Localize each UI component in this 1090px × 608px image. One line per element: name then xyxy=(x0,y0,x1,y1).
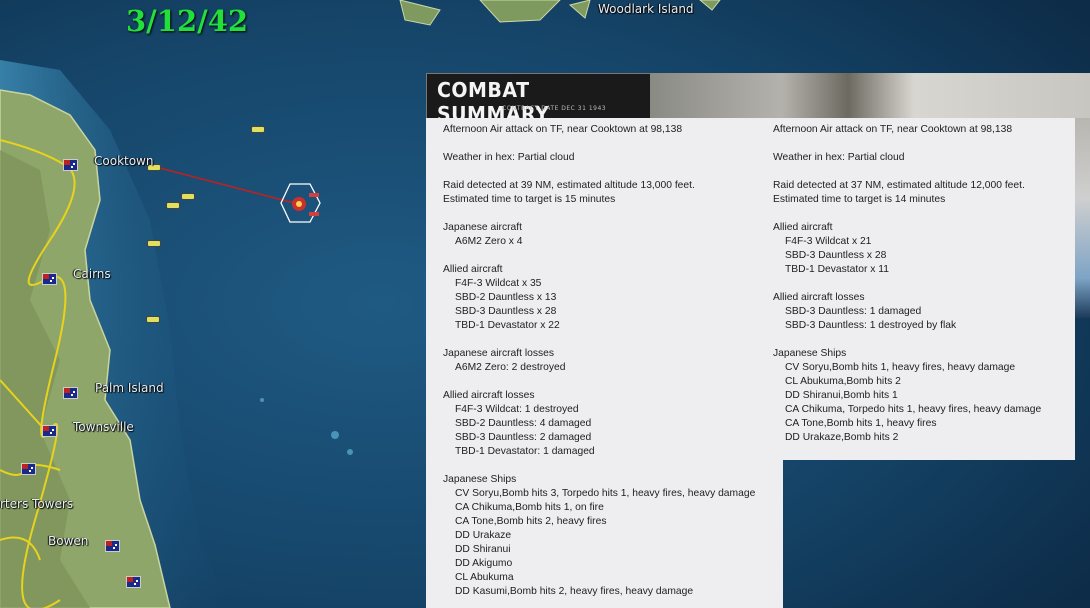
section-label: Allied aircraft losses xyxy=(773,292,865,303)
report-raid-detected: Raid detected at 39 NM, estimated altitu… xyxy=(443,180,695,191)
place-cooktown[interactable]: Cooktown xyxy=(94,154,153,168)
section-label: Japanese aircraft xyxy=(443,222,522,233)
report-raid-detected: Raid detected at 37 NM, estimated altitu… xyxy=(773,180,1025,191)
australia-flag-icon[interactable] xyxy=(63,159,78,171)
list-item: F4F-3 Wildcat x 21 xyxy=(785,236,872,247)
list-item: TBD-1 Devastator: 1 damaged xyxy=(455,446,595,457)
section-label: Allied aircraft xyxy=(443,264,503,275)
game-date: 3/12/42 xyxy=(126,4,249,38)
list-item: CA Chikuma, Torpedo hits 1, heavy fires,… xyxy=(785,404,1042,415)
report-weather: Weather in hex: Partial cloud xyxy=(443,152,575,163)
list-item: A6M2 Zero x 4 xyxy=(455,236,523,247)
place-palm-island[interactable]: Palm Island xyxy=(95,381,164,395)
combat-report-panel-2[interactable]: Afternoon Air attack on TF, near Cooktow… xyxy=(773,118,1075,460)
report-weather: Weather in hex: Partial cloud xyxy=(773,152,905,163)
report-header: Afternoon Air attack on TF, near Cooktow… xyxy=(443,124,683,135)
reef xyxy=(331,431,339,439)
list-item: CA Tone,Bomb hits 1, heavy fires xyxy=(785,418,937,429)
combat-report-1: Afternoon Air attack on TF, near Cooktow… xyxy=(443,123,755,599)
allied-ship-icon[interactable] xyxy=(146,316,160,323)
list-item: CV Soryu,Bomb hits 1, heavy fires, heavy… xyxy=(785,362,1016,373)
allied-ship-icon[interactable] xyxy=(166,202,180,209)
place-charters-towers[interactable]: rters Towers xyxy=(0,497,73,511)
list-item: SBD-2 Dauntless: 4 damaged xyxy=(455,418,592,429)
combat-summary-subtitle: CONTRACT DATE DEC 31 1943 xyxy=(502,105,607,112)
section-label: Japanese aircraft losses xyxy=(443,348,555,359)
report-header: Afternoon Air attack on TF, near Cooktow… xyxy=(773,124,1013,135)
list-item: CA Chikuma,Bomb hits 1, on fire xyxy=(455,502,604,513)
enemy-ship-icon xyxy=(309,212,319,216)
combat-report-panel-1[interactable]: Afternoon Air attack on TF, near Cooktow… xyxy=(426,118,783,608)
list-item: DD Shiranui,Bomb hits 1 xyxy=(785,390,898,401)
allied-ship-icon[interactable] xyxy=(181,193,195,200)
list-item: DD Kasumi,Bomb hits 2, heavy fires, heav… xyxy=(455,586,694,597)
enemy-ship-icon xyxy=(309,193,319,197)
place-cairns[interactable]: Cairns xyxy=(73,267,111,281)
reef xyxy=(347,449,353,455)
australia-flag-icon[interactable] xyxy=(126,576,141,588)
place-bowen[interactable]: Bowen xyxy=(48,534,88,548)
list-item: SBD-3 Dauntless: 2 damaged xyxy=(455,432,592,443)
australia-flag-icon[interactable] xyxy=(42,425,57,437)
list-item: CL Abukuma,Bomb hits 2 xyxy=(785,376,901,387)
list-item: A6M2 Zero: 2 destroyed xyxy=(455,362,566,373)
list-item: TBD-1 Devastator x 11 xyxy=(785,264,889,275)
list-item: CL Abukuma xyxy=(455,572,514,583)
list-item: SBD-3 Dauntless x 28 xyxy=(785,250,887,261)
list-item: CV Soryu,Bomb hits 3, Torpedo hits 1, he… xyxy=(455,488,756,499)
list-item: DD Shiranui xyxy=(455,544,511,555)
australia-flag-icon[interactable] xyxy=(63,387,78,399)
report-time-to-target: Estimated time to target is 14 minutes xyxy=(773,194,946,205)
taskforce-marker-center xyxy=(296,201,302,207)
section-label: Japanese Ships xyxy=(443,474,517,485)
australia-flag-icon[interactable] xyxy=(42,273,57,285)
australia-flag-icon[interactable] xyxy=(105,540,120,552)
allied-ship-icon[interactable] xyxy=(147,240,161,247)
section-label: Allied aircraft xyxy=(773,222,833,233)
list-item: DD Urakaze,Bomb hits 2 xyxy=(785,432,899,443)
list-item: DD Akigumo xyxy=(455,558,513,569)
list-item: SBD-3 Dauntless x 28 xyxy=(455,306,557,317)
allied-ship-icon[interactable] xyxy=(251,126,265,133)
combat-report-2: Afternoon Air attack on TF, near Cooktow… xyxy=(773,123,1041,445)
list-item: SBD-2 Dauntless x 13 xyxy=(455,292,557,303)
side-photo xyxy=(1075,118,1090,318)
list-item: F4F-3 Wildcat: 1 destroyed xyxy=(455,404,579,415)
list-item: SBD-3 Dauntless: 1 destroyed by flak xyxy=(785,320,957,331)
reef xyxy=(260,398,264,402)
place-woodlark-island: Woodlark Island xyxy=(598,2,694,16)
combat-summary-header: COMBAT SUMMARY CONTRACT DATE DEC 31 1943 xyxy=(426,73,652,126)
place-townsville[interactable]: Townsville xyxy=(73,420,134,434)
list-item: CA Tone,Bomb hits 2, heavy fires xyxy=(455,516,607,527)
section-label: Allied aircraft losses xyxy=(443,390,535,401)
australia-flag-icon[interactable] xyxy=(21,463,36,475)
header-photo xyxy=(650,73,1090,118)
list-item: SBD-3 Dauntless: 1 damaged xyxy=(785,306,922,317)
list-item: TBD-1 Devastator x 22 xyxy=(455,320,560,331)
report-time-to-target: Estimated time to target is 15 minutes xyxy=(443,194,616,205)
list-item: DD Urakaze xyxy=(455,530,512,541)
list-item: F4F-3 Wildcat x 35 xyxy=(455,278,542,289)
section-label: Japanese Ships xyxy=(773,348,847,359)
